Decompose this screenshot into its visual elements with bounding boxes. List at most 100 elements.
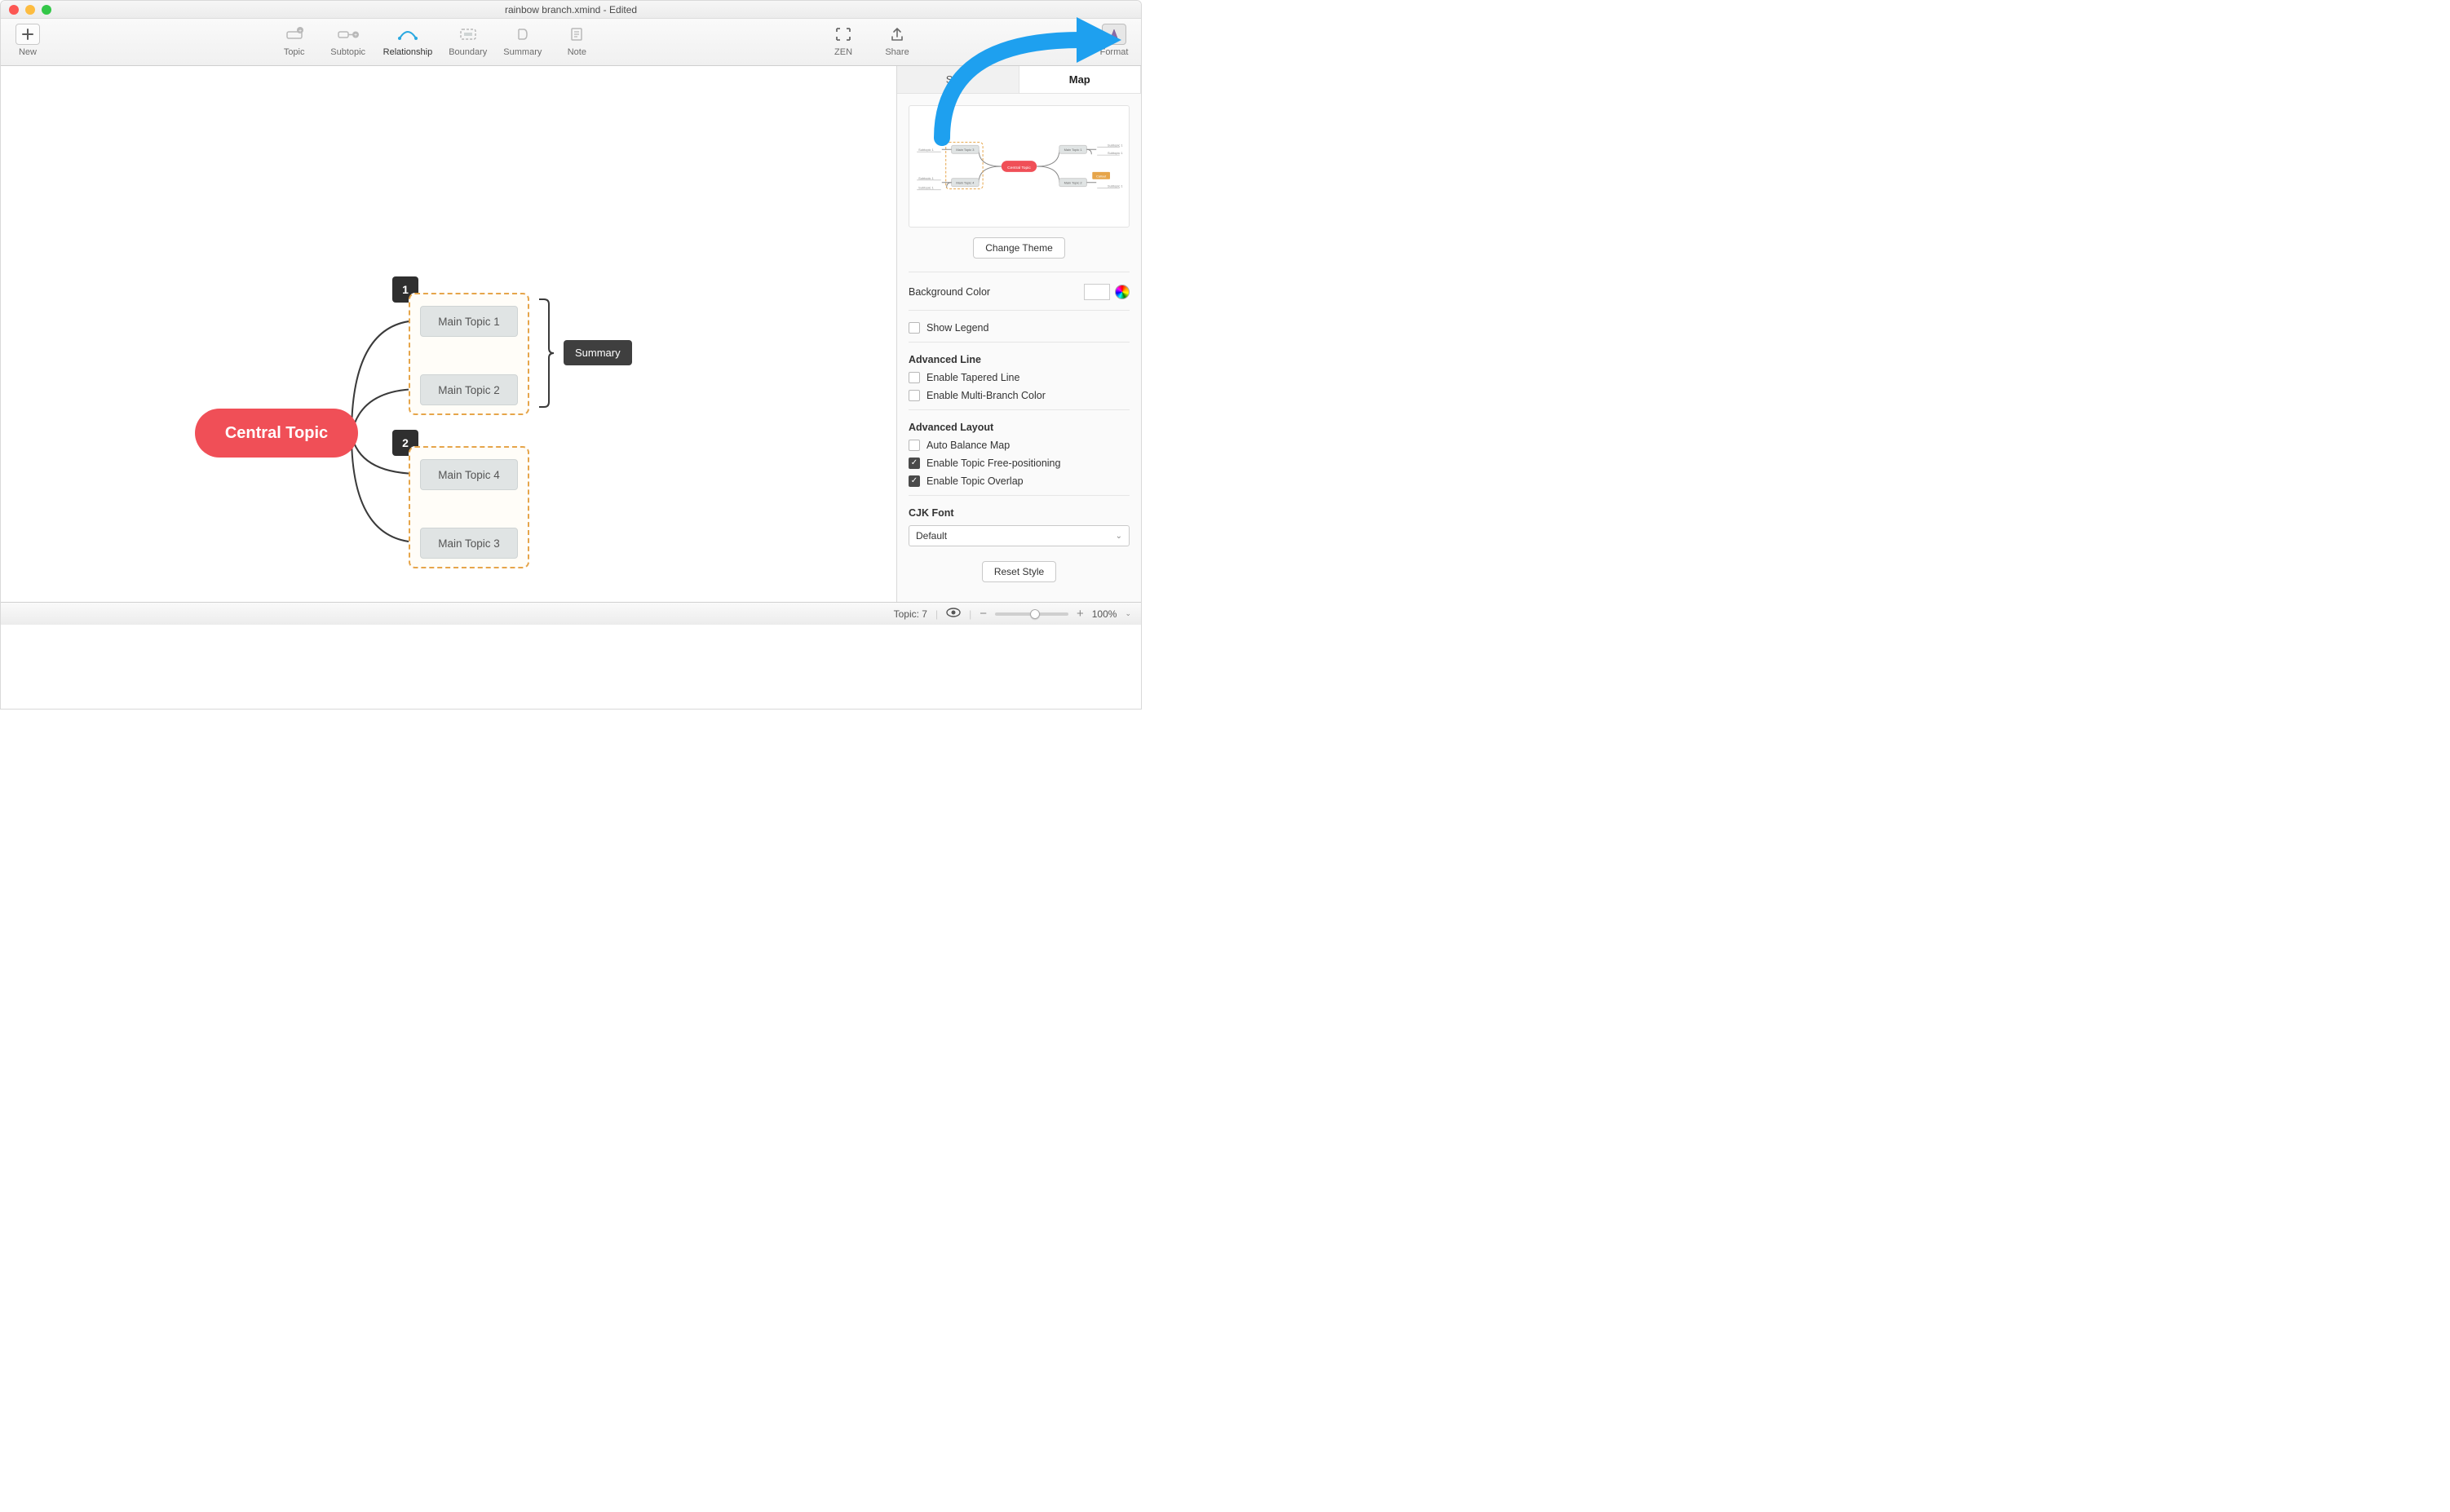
svg-text:Subtopic 1: Subtopic 1 <box>1108 151 1123 155</box>
note-label: Note <box>568 47 586 57</box>
share-button[interactable]: Share <box>878 24 916 57</box>
svg-text:Main Topic 4: Main Topic 4 <box>956 181 975 185</box>
summary-label: Summary <box>503 47 542 57</box>
zen-label: ZEN <box>834 47 852 57</box>
tab-map[interactable]: Map <box>1019 66 1142 93</box>
format-button[interactable]: Format <box>1095 24 1133 57</box>
main-topic-2[interactable]: Main Topic 2 <box>420 374 518 405</box>
central-topic[interactable]: Central Topic <box>195 409 358 458</box>
zoom-out-button[interactable]: − <box>980 607 987 621</box>
svg-text:Central Topic: Central Topic <box>1007 166 1031 170</box>
share-label: Share <box>885 47 909 57</box>
topic-label: Topic <box>284 47 305 57</box>
cjk-font-title: CJK Font <box>909 507 1130 519</box>
checkbox-icon <box>909 458 920 469</box>
boundary-label: Boundary <box>449 47 487 57</box>
titlebar: rainbow branch.xmind - Edited <box>1 1 1141 19</box>
advanced-layout-title: Advanced Layout <box>909 422 1130 433</box>
checkbox-icon <box>909 322 920 334</box>
note-button[interactable]: Note <box>558 24 595 57</box>
zen-icon <box>831 24 856 45</box>
share-icon <box>885 24 909 45</box>
topic-button[interactable]: + Topic <box>276 24 313 57</box>
chevron-down-icon: ⌄ <box>1125 609 1131 618</box>
auto-balance-checkbox[interactable]: Auto Balance Map <box>909 440 1130 451</box>
close-icon[interactable] <box>9 5 19 15</box>
minimize-icon[interactable] <box>25 5 35 15</box>
background-color-label: Background Color <box>909 286 1084 298</box>
reset-style-button[interactable]: Reset Style <box>982 561 1056 582</box>
plus-icon <box>15 24 40 45</box>
status-bar: Topic: 7 | | − + 100% ⌄ <box>1 602 1141 625</box>
tapered-line-checkbox[interactable]: Enable Tapered Line <box>909 372 1130 383</box>
format-label: Format <box>1100 47 1129 57</box>
app-window: rainbow branch.xmind - Edited New + Topi <box>0 0 1142 710</box>
show-legend-label: Show Legend <box>926 322 988 334</box>
zoom-in-button[interactable]: + <box>1077 607 1084 621</box>
chrome: rainbow branch.xmind - Edited New + Topi <box>1 1 1141 625</box>
relationship-label: Relationship <box>383 47 433 57</box>
show-legend-checkbox[interactable]: Show Legend <box>909 322 1130 334</box>
new-label: New <box>19 47 37 57</box>
window-title: rainbow branch.xmind - Edited <box>505 4 637 15</box>
topic-overlap-checkbox[interactable]: Enable Topic Overlap <box>909 475 1130 487</box>
subtopic-button[interactable]: + Subtopic <box>329 24 367 57</box>
checkbox-icon <box>909 390 920 401</box>
color-picker-icon[interactable] <box>1115 285 1130 299</box>
summary-bracket-icon <box>539 299 554 413</box>
change-theme-button[interactable]: Change Theme <box>973 237 1065 259</box>
new-button[interactable]: New <box>9 24 46 57</box>
relationship-icon <box>396 24 420 45</box>
svg-text:Subtopic 1: Subtopic 1 <box>918 176 934 180</box>
theme-preview[interactable]: Central Topic Main Topic 1 Main Topic 2 … <box>909 105 1130 228</box>
subtopic-icon: + <box>336 24 360 45</box>
summary-icon <box>511 24 535 45</box>
multi-branch-color-checkbox[interactable]: Enable Multi-Branch Color <box>909 390 1130 401</box>
cjk-font-select[interactable]: Default ⌄ <box>909 525 1130 546</box>
tab-style[interactable]: Style <box>897 66 1019 93</box>
summary-button[interactable]: Summary <box>503 24 542 57</box>
map-panel: Central Topic Main Topic 1 Main Topic 2 … <box>897 94 1141 602</box>
topic-icon: + <box>282 24 307 45</box>
sidebar-tabs: Style Map <box>897 66 1141 94</box>
format-icon <box>1102 24 1126 45</box>
checkbox-icon <box>909 440 920 451</box>
svg-text:Subtopic 1: Subtopic 1 <box>918 186 934 190</box>
relationship-button[interactable]: Relationship <box>383 24 433 57</box>
svg-text:+: + <box>354 33 357 38</box>
topic-count: Topic: 7 <box>894 608 927 620</box>
central-topic-label: Central Topic <box>225 424 328 443</box>
checkbox-icon <box>909 475 920 487</box>
toolbar: New + Topic + Subtopic <box>1 19 1141 66</box>
svg-text:Main Topic 3: Main Topic 3 <box>956 148 975 152</box>
svg-text:Main Topic 2: Main Topic 2 <box>1064 181 1082 185</box>
format-sidebar: Style Map Central Topic Main Topic 1 Mai… <box>896 66 1141 602</box>
svg-text:Main Topic 1: Main Topic 1 <box>1064 148 1082 152</box>
svg-text:Subtopic 1: Subtopic 1 <box>1108 143 1123 147</box>
note-icon <box>564 24 589 45</box>
svg-text:Subtopic 1: Subtopic 1 <box>1108 184 1123 188</box>
advanced-line-title: Advanced Line <box>909 354 1130 365</box>
svg-text:Subtopic 1: Subtopic 1 <box>918 148 934 152</box>
canvas[interactable]: Central Topic 1 2 Main Topic 1 Main Topi… <box>1 66 896 602</box>
eye-icon[interactable] <box>946 608 961 620</box>
background-color-swatch[interactable] <box>1084 284 1110 300</box>
svg-text:Callout: Callout <box>1096 174 1107 178</box>
zen-button[interactable]: ZEN <box>825 24 862 57</box>
window-controls <box>9 5 51 15</box>
svg-text:+: + <box>299 29 302 34</box>
checkbox-icon <box>909 372 920 383</box>
free-positioning-checkbox[interactable]: Enable Topic Free-positioning <box>909 458 1130 469</box>
chevron-down-icon: ⌄ <box>1116 532 1122 541</box>
summary-node[interactable]: Summary <box>564 340 632 365</box>
zoom-value[interactable]: 100% <box>1092 608 1117 620</box>
main-topic-4[interactable]: Main Topic 4 <box>420 459 518 490</box>
cjk-font-value: Default <box>916 530 947 542</box>
body: Central Topic 1 2 Main Topic 1 Main Topi… <box>1 66 1141 602</box>
fullscreen-icon[interactable] <box>42 5 51 15</box>
main-topic-3[interactable]: Main Topic 3 <box>420 528 518 559</box>
boundary-button[interactable]: Boundary <box>449 24 487 57</box>
main-topic-1[interactable]: Main Topic 1 <box>420 306 518 337</box>
boundary-icon <box>456 24 480 45</box>
zoom-slider[interactable] <box>995 612 1068 616</box>
